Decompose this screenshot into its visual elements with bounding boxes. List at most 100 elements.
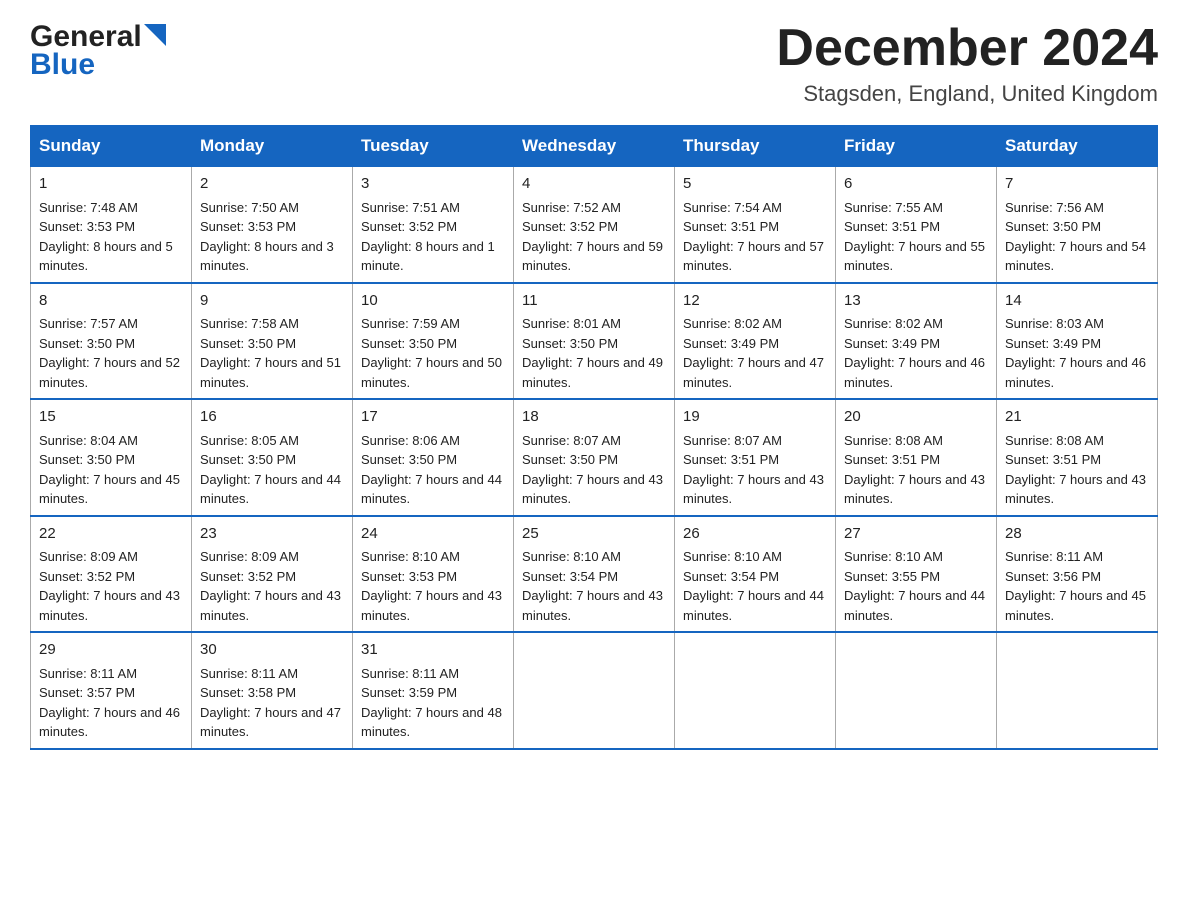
day-number: 3 bbox=[361, 173, 505, 196]
day-number: 23 bbox=[200, 523, 344, 546]
calendar-cell: 18 Sunrise: 8:07 AMSunset: 3:50 PMDaylig… bbox=[514, 399, 675, 516]
day-number: 30 bbox=[200, 639, 344, 662]
day-info: Sunrise: 8:11 AMSunset: 3:59 PMDaylight:… bbox=[361, 666, 502, 740]
calendar-cell bbox=[836, 632, 997, 749]
day-info: Sunrise: 7:54 AMSunset: 3:51 PMDaylight:… bbox=[683, 200, 824, 274]
weekday-header-saturday: Saturday bbox=[997, 126, 1158, 167]
day-info: Sunrise: 7:58 AMSunset: 3:50 PMDaylight:… bbox=[200, 316, 341, 390]
day-info: Sunrise: 7:52 AMSunset: 3:52 PMDaylight:… bbox=[522, 200, 663, 274]
weekday-header-tuesday: Tuesday bbox=[353, 126, 514, 167]
weekday-header-friday: Friday bbox=[836, 126, 997, 167]
day-info: Sunrise: 8:10 AMSunset: 3:54 PMDaylight:… bbox=[522, 549, 663, 623]
day-info: Sunrise: 7:57 AMSunset: 3:50 PMDaylight:… bbox=[39, 316, 180, 390]
day-info: Sunrise: 8:10 AMSunset: 3:55 PMDaylight:… bbox=[844, 549, 985, 623]
calendar-week-row: 15 Sunrise: 8:04 AMSunset: 3:50 PMDaylig… bbox=[31, 399, 1158, 516]
calendar-table: SundayMondayTuesdayWednesdayThursdayFrid… bbox=[30, 125, 1158, 750]
day-info: Sunrise: 7:50 AMSunset: 3:53 PMDaylight:… bbox=[200, 200, 334, 274]
day-info: Sunrise: 8:09 AMSunset: 3:52 PMDaylight:… bbox=[200, 549, 341, 623]
day-info: Sunrise: 8:09 AMSunset: 3:52 PMDaylight:… bbox=[39, 549, 180, 623]
day-info: Sunrise: 8:02 AMSunset: 3:49 PMDaylight:… bbox=[844, 316, 985, 390]
calendar-week-row: 29 Sunrise: 8:11 AMSunset: 3:57 PMDaylig… bbox=[31, 632, 1158, 749]
day-number: 7 bbox=[1005, 173, 1149, 196]
day-number: 9 bbox=[200, 290, 344, 313]
day-number: 12 bbox=[683, 290, 827, 313]
day-info: Sunrise: 8:07 AMSunset: 3:51 PMDaylight:… bbox=[683, 433, 824, 507]
calendar-cell: 14 Sunrise: 8:03 AMSunset: 3:49 PMDaylig… bbox=[997, 283, 1158, 400]
calendar-cell: 21 Sunrise: 8:08 AMSunset: 3:51 PMDaylig… bbox=[997, 399, 1158, 516]
calendar-cell: 27 Sunrise: 8:10 AMSunset: 3:55 PMDaylig… bbox=[836, 516, 997, 633]
calendar-cell: 11 Sunrise: 8:01 AMSunset: 3:50 PMDaylig… bbox=[514, 283, 675, 400]
calendar-cell: 23 Sunrise: 8:09 AMSunset: 3:52 PMDaylig… bbox=[192, 516, 353, 633]
calendar-cell: 17 Sunrise: 8:06 AMSunset: 3:50 PMDaylig… bbox=[353, 399, 514, 516]
logo: General Blue bbox=[30, 20, 166, 82]
day-info: Sunrise: 7:51 AMSunset: 3:52 PMDaylight:… bbox=[361, 200, 495, 274]
day-number: 4 bbox=[522, 173, 666, 196]
calendar-cell: 10 Sunrise: 7:59 AMSunset: 3:50 PMDaylig… bbox=[353, 283, 514, 400]
day-number: 2 bbox=[200, 173, 344, 196]
title-section: December 2024 Stagsden, England, United … bbox=[776, 20, 1158, 107]
day-number: 1 bbox=[39, 173, 183, 196]
day-number: 19 bbox=[683, 406, 827, 429]
calendar-cell: 26 Sunrise: 8:10 AMSunset: 3:54 PMDaylig… bbox=[675, 516, 836, 633]
day-info: Sunrise: 8:08 AMSunset: 3:51 PMDaylight:… bbox=[1005, 433, 1146, 507]
calendar-cell: 19 Sunrise: 8:07 AMSunset: 3:51 PMDaylig… bbox=[675, 399, 836, 516]
month-title: December 2024 bbox=[776, 20, 1158, 77]
calendar-cell bbox=[675, 632, 836, 749]
calendar-cell: 30 Sunrise: 8:11 AMSunset: 3:58 PMDaylig… bbox=[192, 632, 353, 749]
calendar-cell: 25 Sunrise: 8:10 AMSunset: 3:54 PMDaylig… bbox=[514, 516, 675, 633]
day-number: 15 bbox=[39, 406, 183, 429]
day-number: 17 bbox=[361, 406, 505, 429]
calendar-cell: 6 Sunrise: 7:55 AMSunset: 3:51 PMDayligh… bbox=[836, 167, 997, 283]
day-number: 6 bbox=[844, 173, 988, 196]
day-info: Sunrise: 8:10 AMSunset: 3:53 PMDaylight:… bbox=[361, 549, 502, 623]
calendar-cell: 12 Sunrise: 8:02 AMSunset: 3:49 PMDaylig… bbox=[675, 283, 836, 400]
day-info: Sunrise: 8:05 AMSunset: 3:50 PMDaylight:… bbox=[200, 433, 341, 507]
calendar-cell: 2 Sunrise: 7:50 AMSunset: 3:53 PMDayligh… bbox=[192, 167, 353, 283]
page-header: General Blue December 2024 Stagsden, Eng… bbox=[30, 20, 1158, 107]
calendar-cell: 28 Sunrise: 8:11 AMSunset: 3:56 PMDaylig… bbox=[997, 516, 1158, 633]
weekday-header-sunday: Sunday bbox=[31, 126, 192, 167]
day-number: 10 bbox=[361, 290, 505, 313]
day-info: Sunrise: 8:07 AMSunset: 3:50 PMDaylight:… bbox=[522, 433, 663, 507]
day-info: Sunrise: 8:10 AMSunset: 3:54 PMDaylight:… bbox=[683, 549, 824, 623]
day-number: 5 bbox=[683, 173, 827, 196]
day-number: 22 bbox=[39, 523, 183, 546]
day-number: 24 bbox=[361, 523, 505, 546]
calendar-cell: 24 Sunrise: 8:10 AMSunset: 3:53 PMDaylig… bbox=[353, 516, 514, 633]
logo-blue: Blue bbox=[30, 48, 95, 82]
calendar-header-row: SundayMondayTuesdayWednesdayThursdayFrid… bbox=[31, 126, 1158, 167]
calendar-cell: 13 Sunrise: 8:02 AMSunset: 3:49 PMDaylig… bbox=[836, 283, 997, 400]
logo-triangle-icon bbox=[144, 24, 166, 46]
day-number: 25 bbox=[522, 523, 666, 546]
calendar-cell: 31 Sunrise: 8:11 AMSunset: 3:59 PMDaylig… bbox=[353, 632, 514, 749]
day-info: Sunrise: 8:01 AMSunset: 3:50 PMDaylight:… bbox=[522, 316, 663, 390]
calendar-cell: 8 Sunrise: 7:57 AMSunset: 3:50 PMDayligh… bbox=[31, 283, 192, 400]
day-info: Sunrise: 8:03 AMSunset: 3:49 PMDaylight:… bbox=[1005, 316, 1146, 390]
day-info: Sunrise: 8:02 AMSunset: 3:49 PMDaylight:… bbox=[683, 316, 824, 390]
day-number: 31 bbox=[361, 639, 505, 662]
day-number: 14 bbox=[1005, 290, 1149, 313]
calendar-cell: 22 Sunrise: 8:09 AMSunset: 3:52 PMDaylig… bbox=[31, 516, 192, 633]
weekday-header-wednesday: Wednesday bbox=[514, 126, 675, 167]
location-subtitle: Stagsden, England, United Kingdom bbox=[776, 81, 1158, 107]
calendar-cell bbox=[997, 632, 1158, 749]
day-number: 21 bbox=[1005, 406, 1149, 429]
day-info: Sunrise: 8:11 AMSunset: 3:58 PMDaylight:… bbox=[200, 666, 341, 740]
calendar-cell: 4 Sunrise: 7:52 AMSunset: 3:52 PMDayligh… bbox=[514, 167, 675, 283]
weekday-header-thursday: Thursday bbox=[675, 126, 836, 167]
calendar-week-row: 22 Sunrise: 8:09 AMSunset: 3:52 PMDaylig… bbox=[31, 516, 1158, 633]
day-info: Sunrise: 7:56 AMSunset: 3:50 PMDaylight:… bbox=[1005, 200, 1146, 274]
calendar-cell: 20 Sunrise: 8:08 AMSunset: 3:51 PMDaylig… bbox=[836, 399, 997, 516]
day-info: Sunrise: 7:55 AMSunset: 3:51 PMDaylight:… bbox=[844, 200, 985, 274]
calendar-cell: 1 Sunrise: 7:48 AMSunset: 3:53 PMDayligh… bbox=[31, 167, 192, 283]
day-number: 20 bbox=[844, 406, 988, 429]
day-info: Sunrise: 7:59 AMSunset: 3:50 PMDaylight:… bbox=[361, 316, 502, 390]
day-number: 28 bbox=[1005, 523, 1149, 546]
day-info: Sunrise: 7:48 AMSunset: 3:53 PMDaylight:… bbox=[39, 200, 173, 274]
calendar-week-row: 1 Sunrise: 7:48 AMSunset: 3:53 PMDayligh… bbox=[31, 167, 1158, 283]
calendar-week-row: 8 Sunrise: 7:57 AMSunset: 3:50 PMDayligh… bbox=[31, 283, 1158, 400]
calendar-cell: 5 Sunrise: 7:54 AMSunset: 3:51 PMDayligh… bbox=[675, 167, 836, 283]
weekday-header-monday: Monday bbox=[192, 126, 353, 167]
day-number: 16 bbox=[200, 406, 344, 429]
day-number: 27 bbox=[844, 523, 988, 546]
